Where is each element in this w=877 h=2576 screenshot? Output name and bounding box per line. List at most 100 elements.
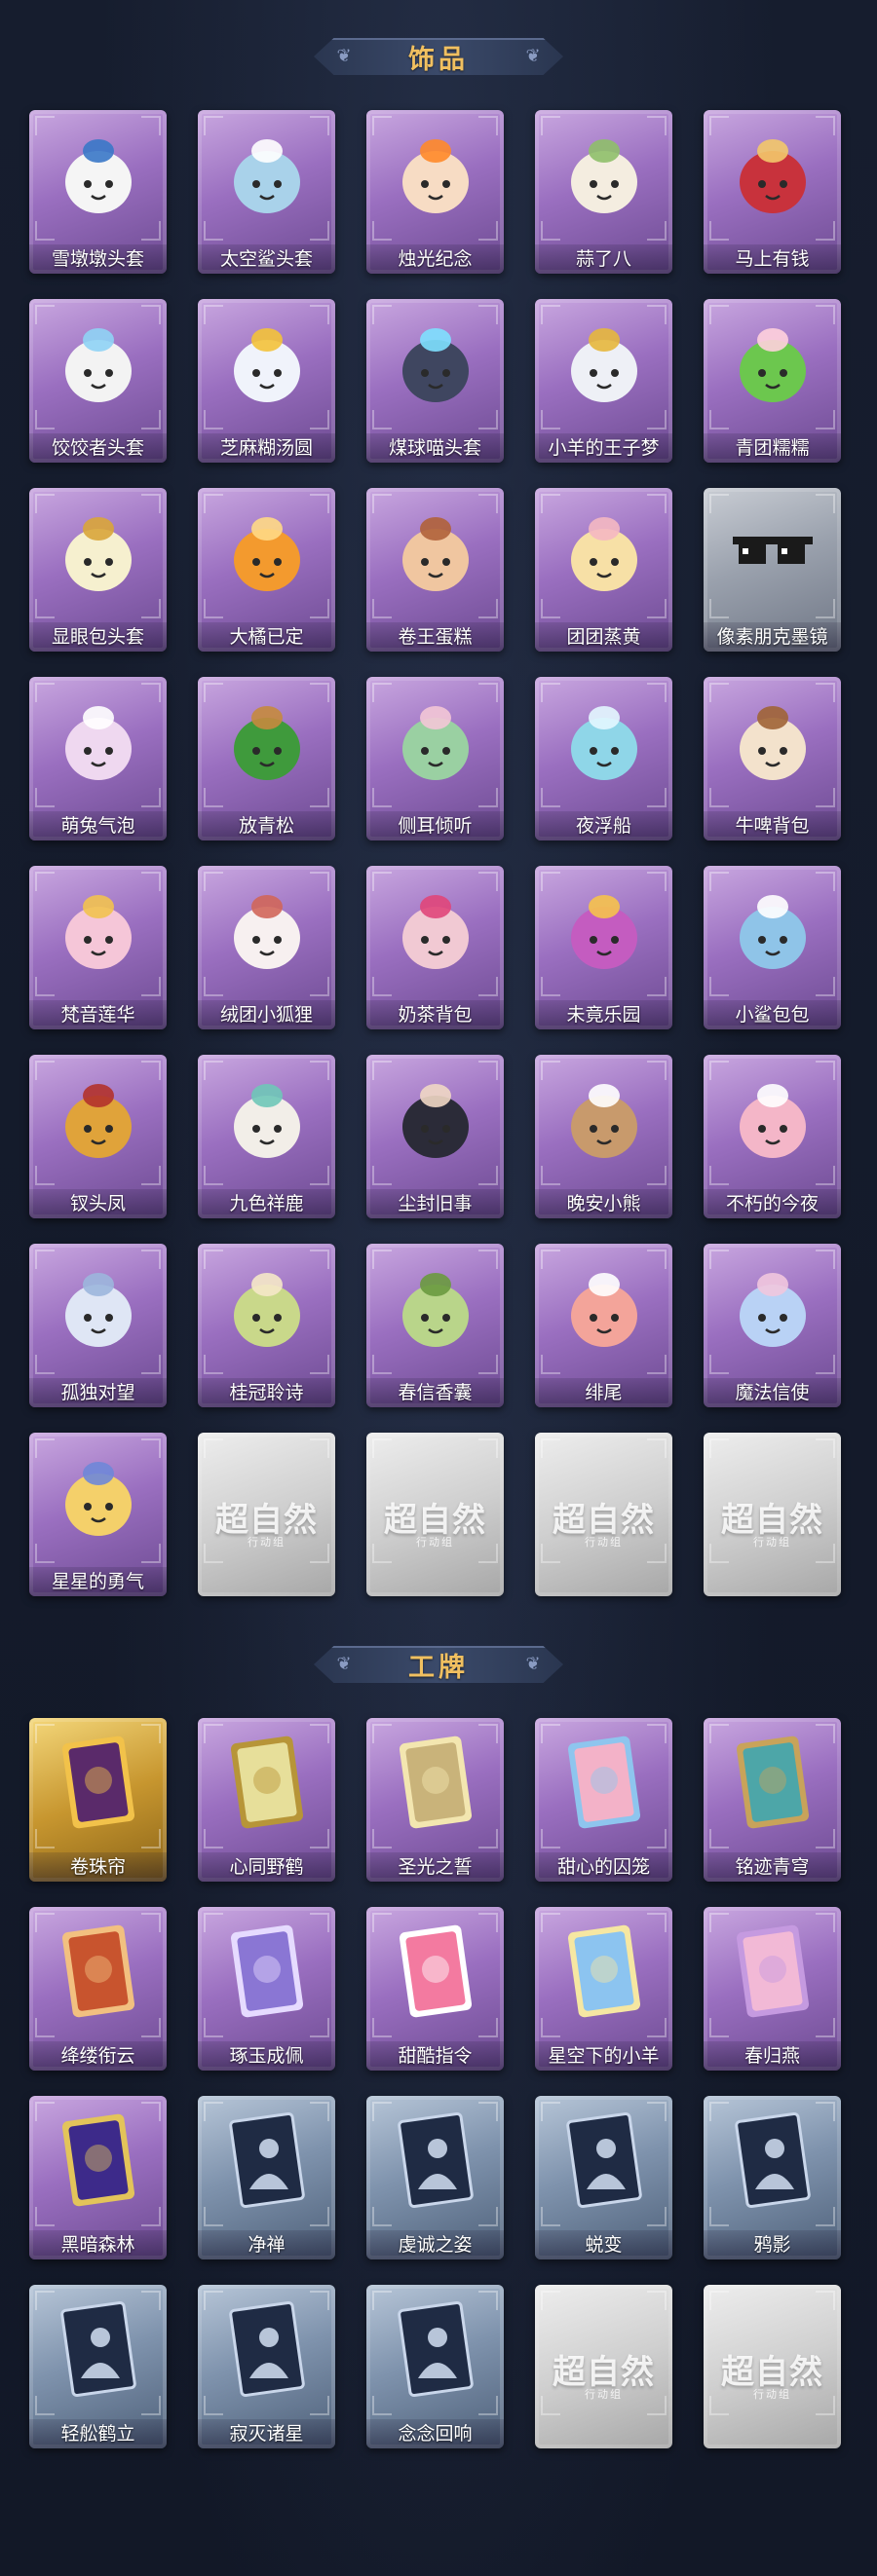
accessory-card[interactable]: 小羊的王子梦 [535, 299, 672, 463]
card-corner [647, 116, 667, 135]
badge-card[interactable]: 圣光之誓 [366, 1718, 504, 1882]
accessory-card[interactable]: 超自然 行动组 [535, 1433, 672, 1596]
accessory-card[interactable]: 桂冠聆诗 [198, 1244, 335, 1407]
accessory-card[interactable]: 春信香囊 [366, 1244, 504, 1407]
card-corner [647, 872, 667, 891]
accessory-card[interactable]: 太空鲨头套 [198, 110, 335, 274]
accessory-card[interactable]: 侧耳倾听 [366, 677, 504, 840]
item-name: 萌兔气泡 [29, 811, 167, 840]
accessory-card[interactable]: 蒜了八 [535, 110, 672, 274]
card-corner [310, 599, 329, 618]
card-corner [541, 2291, 560, 2310]
item-name: 魔法信使 [704, 1378, 841, 1407]
card-corner [35, 1250, 55, 1269]
accessory-card[interactable]: 放青松 [198, 677, 335, 840]
accessory-card[interactable]: 梵音莲华 [29, 866, 167, 1029]
card-corner [541, 116, 560, 135]
badge-card[interactable]: 心同野鹤 [198, 1718, 335, 1882]
accessory-card[interactable]: 夜浮船 [535, 677, 672, 840]
accessory-card[interactable]: 不朽的今夜 [704, 1055, 841, 1218]
card-corner [647, 1913, 667, 1932]
item-name: 牛啤背包 [704, 811, 841, 840]
card-corner [541, 2102, 560, 2121]
item-name: 未竟乐园 [535, 1000, 672, 1029]
accessory-card[interactable]: 煤球喵头套 [366, 299, 504, 463]
badge-card[interactable]: 虔诚之姿 [366, 2096, 504, 2259]
badge-card[interactable]: 甜酷指令 [366, 1907, 504, 2071]
badge-card[interactable]: 黑暗森林 [29, 2096, 167, 2259]
badge-card[interactable]: 鸦影 [704, 2096, 841, 2259]
accessory-card[interactable]: 超自然 行动组 [704, 1433, 841, 1596]
card-corner [372, 2396, 392, 2415]
card-corner [141, 1061, 161, 1080]
badge-card[interactable]: 寂灭诸星 [198, 2285, 335, 2448]
accessory-card[interactable]: 奶茶背包 [366, 866, 504, 1029]
badge-card[interactable]: 念念回响 [366, 2285, 504, 2448]
badge-card[interactable]: 净禅 [198, 2096, 335, 2259]
accessory-card[interactable]: 小鲨包包 [704, 866, 841, 1029]
accessory-card[interactable]: 魔法信使 [704, 1244, 841, 1407]
accessory-card[interactable]: 钗头凤 [29, 1055, 167, 1218]
silhouette-card-icon [731, 2111, 815, 2209]
accessory-card[interactable]: 团团蒸黄 [535, 488, 672, 652]
jester-figure-icon [562, 883, 646, 977]
accessory-card[interactable]: 牛啤背包 [704, 677, 841, 840]
accessory-card[interactable]: 星星的勇气 [29, 1433, 167, 1596]
accessory-card[interactable]: 九色祥鹿 [198, 1055, 335, 1218]
accessory-card[interactable]: 绯尾 [535, 1244, 672, 1407]
item-name: 孤独对望 [29, 1378, 167, 1407]
card-corner [372, 494, 392, 513]
card-corner [141, 1724, 161, 1743]
badge-card[interactable]: 超自然 行动组 [704, 2285, 841, 2448]
accessory-card[interactable]: 尘封旧事 [366, 1055, 504, 1218]
badge-card[interactable]: 超自然 行动组 [535, 2285, 672, 2448]
badge-card[interactable]: 星空下的小羊 [535, 1907, 672, 2071]
badge-card[interactable]: 甜心的囚笼 [535, 1718, 672, 1882]
starry-sheep-card-icon [562, 1924, 646, 2018]
accessory-card[interactable]: 青团糯糯 [704, 299, 841, 463]
card-corner [141, 494, 161, 513]
badge-card[interactable]: 轻舩鹤立 [29, 2285, 167, 2448]
accessory-card[interactable]: 大橘已定 [198, 488, 335, 652]
accessory-card[interactable]: 马上有钱 [704, 110, 841, 274]
card-corner [141, 1544, 161, 1563]
accessory-card[interactable]: 绒团小狐狸 [198, 866, 335, 1029]
black-cat-hood-icon [394, 317, 477, 410]
badge-card[interactable]: 铭迹青穹 [704, 1718, 841, 1882]
accessory-card[interactable]: 超自然 行动组 [366, 1433, 504, 1596]
accessory-card[interactable]: 饺饺者头套 [29, 299, 167, 463]
card-corner [478, 1829, 498, 1848]
card-corner [372, 1061, 392, 1080]
card-corner [372, 2102, 392, 2121]
accessory-card[interactable]: 卷王蛋糕 [366, 488, 504, 652]
silhouette-card-icon [562, 2111, 646, 2209]
card-corner [204, 1250, 223, 1269]
accessory-card[interactable]: 像素朋克墨镜 [704, 488, 841, 652]
accessory-card[interactable]: 显眼包头套 [29, 488, 167, 652]
accessory-card[interactable]: 雪墩墩头套 [29, 110, 167, 274]
card-corner [541, 1355, 560, 1374]
accessory-card[interactable]: 孤独对望 [29, 1244, 167, 1407]
card-corner [478, 2207, 498, 2226]
card-corner [709, 872, 729, 891]
accessory-card[interactable]: 烛光纪念 [366, 110, 504, 274]
badge-card[interactable]: 绛缕衔云 [29, 1907, 167, 2071]
card-corner [709, 116, 729, 135]
accessory-card[interactable]: 萌兔气泡 [29, 677, 167, 840]
badge-card[interactable]: 卷珠帘 [29, 1718, 167, 1882]
item-name: 团团蒸黄 [535, 622, 672, 652]
badge-card[interactable]: 琢玉成佩 [198, 1907, 335, 2071]
item-name: 黑暗森林 [29, 2230, 167, 2259]
badge-card[interactable]: 春归燕 [704, 1907, 841, 2071]
gentleman-figure-icon [394, 1072, 477, 1166]
card-corner [709, 1250, 729, 1269]
card-corner [372, 1829, 392, 1848]
item-name: 煤球喵头套 [366, 433, 504, 463]
accessory-card[interactable]: 晚安小熊 [535, 1055, 672, 1218]
accessory-card[interactable]: 未竟乐园 [535, 866, 672, 1029]
accessory-card[interactable]: 超自然 行动组 [198, 1433, 335, 1596]
item-name: 甜酷指令 [366, 2041, 504, 2071]
item-name: 显眼包头套 [29, 622, 167, 652]
badge-card[interactable]: 蜕变 [535, 2096, 672, 2259]
accessory-card[interactable]: 芝麻糊汤圆 [198, 299, 335, 463]
